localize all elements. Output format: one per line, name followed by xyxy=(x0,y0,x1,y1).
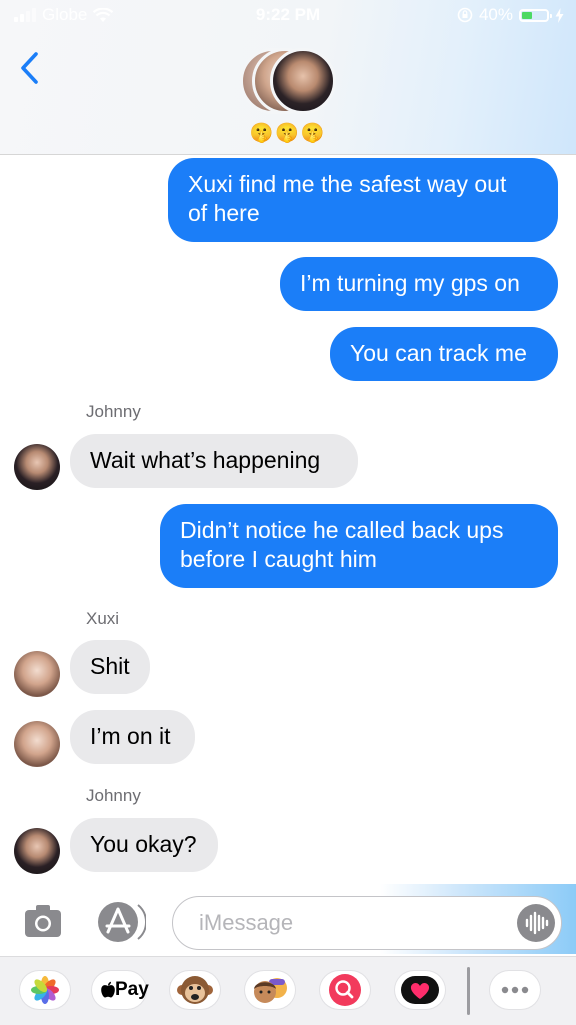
photos-app-button[interactable] xyxy=(20,971,70,1009)
message-text: of here xyxy=(188,200,260,226)
charging-bolt-icon xyxy=(555,7,564,23)
sender-avatar[interactable] xyxy=(14,444,60,490)
memoji-icon xyxy=(254,978,287,1003)
message-text: I’m turning my gps on xyxy=(300,270,520,296)
battery-icon xyxy=(519,8,552,22)
battery-level xyxy=(522,11,532,19)
message-text: Didn’t notice he called back ups xyxy=(180,517,504,543)
camera-icon[interactable] xyxy=(24,904,62,938)
apple-pay-button[interactable]: Pay xyxy=(92,971,149,1009)
status-right: 40% xyxy=(457,5,564,25)
orientation-lock-icon xyxy=(457,7,473,23)
sent-message-bubble[interactable]: Xuxi find me the safest way out of here xyxy=(168,158,558,242)
sender-avatar[interactable] xyxy=(14,828,60,874)
message-text: Wait what’s happening xyxy=(90,447,321,473)
imessage-input[interactable]: iMessage xyxy=(172,896,562,950)
digital-touch-icon xyxy=(401,976,439,1004)
message-text: You okay? xyxy=(90,831,197,857)
search-images-icon xyxy=(329,974,361,1006)
app-drawer-divider xyxy=(467,967,470,1015)
group-name[interactable]: 🤫🤫🤫 xyxy=(0,121,576,145)
message-text: You can track me xyxy=(350,340,527,366)
photos-icon xyxy=(31,976,59,1004)
memoji-app-button[interactable] xyxy=(245,971,295,1009)
received-message-bubble[interactable]: You okay? xyxy=(70,818,218,872)
sender-name: Johnny xyxy=(86,786,141,805)
animoji-app-button[interactable] xyxy=(170,971,220,1009)
group-avatar xyxy=(270,48,336,114)
sender-name: Xuxi xyxy=(86,609,120,628)
audio-waveform-glyph xyxy=(525,911,549,935)
status-bar: Globe 9:22 PM 40% xyxy=(0,0,576,32)
received-message-bubble[interactable]: Shit xyxy=(70,640,150,694)
message-text: Shit xyxy=(90,653,130,679)
message-text: I’m on it xyxy=(90,723,171,749)
received-message-bubble[interactable]: I’m on it xyxy=(70,710,195,764)
apple-pay-label: Pay xyxy=(115,979,149,1000)
sent-message-bubble[interactable]: You can track me xyxy=(330,327,558,381)
sent-message-bubble[interactable]: I’m turning my gps on xyxy=(280,257,558,311)
back-chevron-icon[interactable] xyxy=(16,50,46,86)
audio-waveform-icon[interactable] xyxy=(517,904,555,942)
more-icon xyxy=(501,986,529,994)
app-store-icon[interactable] xyxy=(96,900,146,944)
monkey-animoji-icon xyxy=(177,976,213,1004)
apple-logo-icon xyxy=(101,981,115,998)
sender-avatar[interactable] xyxy=(14,651,60,697)
message-text: before I caught him xyxy=(180,546,377,572)
received-message-bubble[interactable]: Wait what’s happening xyxy=(70,434,358,488)
sender-avatar[interactable] xyxy=(14,721,60,767)
conversation-header: Globe 9:22 PM 40% 🤫🤫🤫 xyxy=(0,0,576,155)
sender-name: Johnny xyxy=(86,402,141,421)
more-apps-button[interactable] xyxy=(490,971,540,1009)
group-avatars[interactable] xyxy=(240,48,340,116)
image-search-app-button[interactable] xyxy=(320,971,370,1009)
sent-message-bubble[interactable]: Didn’t notice he called back ups before … xyxy=(160,504,558,588)
message-text: Xuxi find me the safest way out xyxy=(188,171,507,197)
imessage-placeholder: iMessage xyxy=(199,910,294,935)
battery-percent: 40% xyxy=(478,5,513,24)
app-drawer: Pay xyxy=(0,956,576,1025)
digital-touch-app-button[interactable] xyxy=(395,971,445,1009)
